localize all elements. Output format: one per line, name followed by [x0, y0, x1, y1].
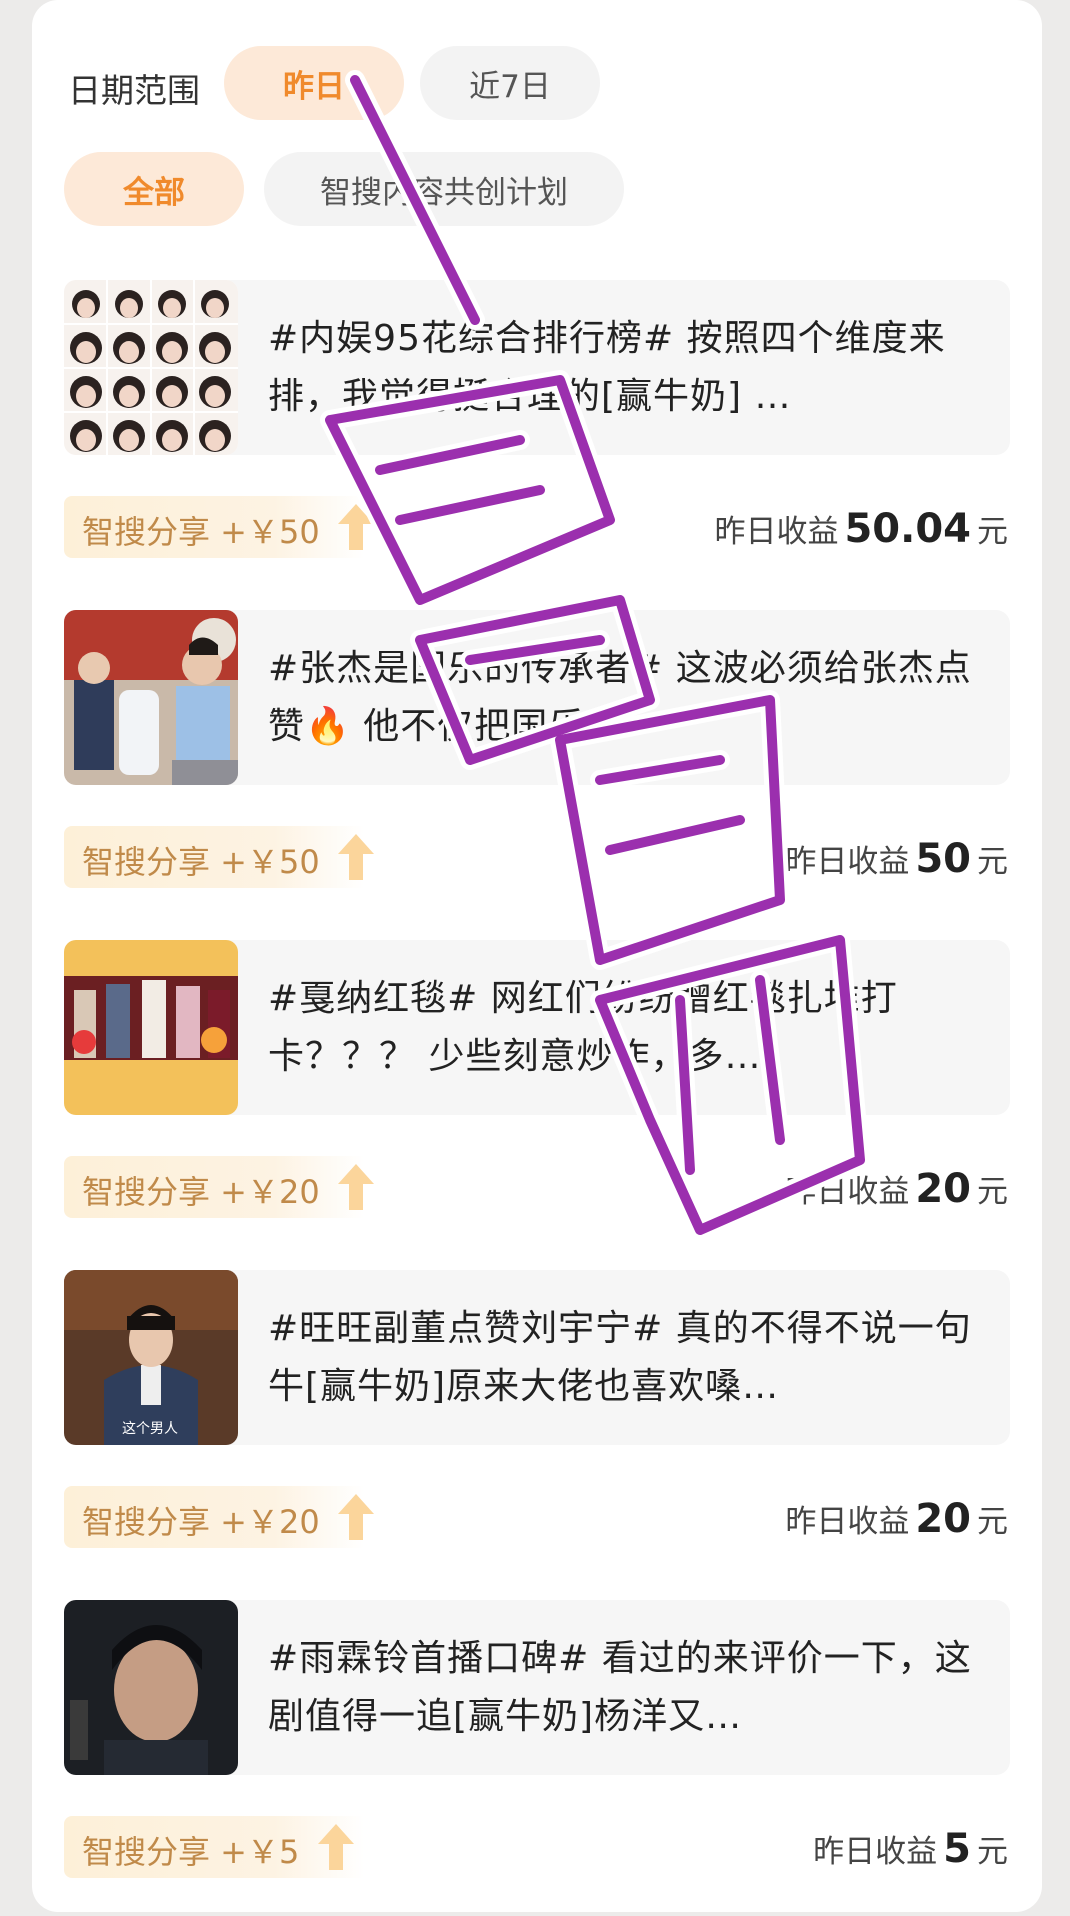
date-option-yesterday[interactable]: 昨日 — [224, 46, 404, 120]
reward-label: 智搜分享 +￥5 — [82, 1833, 300, 1871]
category-smart-search-plan[interactable]: 智搜内容共创计划 — [264, 152, 624, 226]
post-text: #旺旺副董点赞刘宇宁# 真的不得不说一句牛[赢牛奶]原来大佬也喜欢嗓… — [268, 1308, 972, 1407]
earnings-unit: 元 — [977, 1174, 1008, 1210]
arrow-up-icon — [318, 1824, 354, 1870]
post-item[interactable]: #戛纳红毯# 网红们纷纷蹭红毯扎堆打卡？？？ 少些刻意炒作，多… — [64, 940, 1010, 1115]
earnings-value: 5 — [943, 1826, 971, 1872]
earnings-value: 20 — [915, 1496, 971, 1542]
earnings-value: 20 — [915, 1166, 971, 1212]
post-thumbnail[interactable] — [64, 1600, 238, 1775]
earnings-row: 昨日收益 50.04 元 — [714, 506, 1008, 552]
post-item[interactable]: #张杰是国乐的传承者# 这波必须给张杰点赞🔥 他不仅把国乐… — [64, 610, 1010, 785]
post-thumbnail[interactable] — [64, 610, 238, 785]
earnings-value: 50.04 — [844, 506, 971, 552]
earnings-unit: 元 — [977, 844, 1008, 880]
reward-label: 智搜分享 +￥20 — [82, 1503, 320, 1541]
earnings-label: 昨日收益 — [785, 1504, 910, 1540]
post-text: #雨霖铃首播口碑# 看过的来评价一下，这剧值得一追[赢牛奶]杨洋又… — [268, 1638, 972, 1737]
post-item[interactable]: #内娱95花综合排行榜# 按照四个维度来排，我觉得挺合理的[赢牛奶] … — [64, 280, 1010, 455]
earnings-value: 50 — [915, 836, 971, 882]
earnings-row: 昨日收益 50 元 — [785, 836, 1008, 882]
earnings-unit: 元 — [977, 1504, 1008, 1540]
post-thumbnail[interactable] — [64, 940, 238, 1115]
reward-tag: 智搜分享 +￥20 — [64, 1486, 374, 1548]
reward-tag: 智搜分享 +￥50 — [64, 496, 374, 558]
post-item[interactable]: #雨霖铃首播口碑# 看过的来评价一下，这剧值得一追[赢牛奶]杨洋又… — [64, 1600, 1010, 1775]
post-text: #戛纳红毯# 网红们纷纷蹭红毯扎堆打卡？？？ 少些刻意炒作，多… — [268, 978, 898, 1077]
reward-label: 智搜分享 +￥50 — [82, 513, 320, 551]
category-all[interactable]: 全部 — [64, 152, 244, 226]
earnings-unit: 元 — [977, 1834, 1008, 1870]
reward-tag: 智搜分享 +￥50 — [64, 826, 374, 888]
arrow-up-icon — [338, 1494, 374, 1540]
reward-tag: 智搜分享 +￥20 — [64, 1156, 374, 1218]
earnings-label: 昨日收益 — [785, 844, 910, 880]
date-range-label: 日期范围 — [68, 71, 200, 110]
post-thumbnail[interactable]: 这个男人 — [64, 1270, 238, 1445]
thumb-caption: 这个男人 — [122, 1421, 178, 1437]
reward-label: 智搜分享 +￥50 — [82, 843, 320, 881]
earnings-label: 昨日收益 — [714, 514, 839, 550]
date-option-7days[interactable]: 近7日 — [420, 46, 600, 120]
post-item[interactable]: 这个男人 #旺旺副董点赞刘宇宁# 真的不得不说一句牛[赢牛奶]原来大佬也喜欢嗓… — [64, 1270, 1010, 1445]
earnings-unit: 元 — [977, 514, 1008, 550]
earnings-label: 昨日收益 — [813, 1834, 938, 1870]
arrow-up-icon — [338, 834, 374, 880]
reward-tag: 智搜分享 +￥5 — [64, 1816, 364, 1878]
reward-label: 智搜分享 +￥20 — [82, 1173, 320, 1211]
post-thumbnail-grid[interactable] — [64, 280, 238, 455]
earnings-row: 昨日收益 20 元 — [785, 1496, 1008, 1542]
post-text: #内娱95花综合排行榜# 按照四个维度来排，我觉得挺合理的[赢牛奶] … — [268, 318, 946, 417]
arrow-up-icon — [338, 1164, 374, 1210]
earnings-row: 昨日收益 20 元 — [785, 1166, 1008, 1212]
post-text: #张杰是国乐的传承者# 这波必须给张杰点赞🔥 他不仅把国乐… — [268, 648, 972, 747]
earnings-label: 昨日收益 — [785, 1174, 910, 1210]
arrow-up-icon — [338, 504, 374, 550]
earnings-row: 昨日收益 5 元 — [813, 1826, 1008, 1872]
